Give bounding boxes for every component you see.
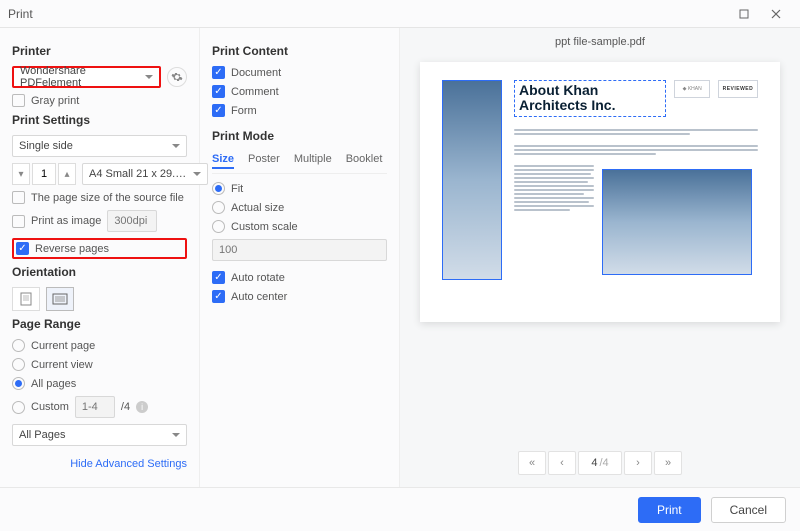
close-button[interactable] [760, 3, 792, 25]
auto-center-checkbox[interactable] [212, 290, 225, 303]
form-label: Form [231, 105, 257, 117]
preview-filename: ppt file-sample.pdf [400, 28, 800, 54]
tab-poster[interactable]: Poster [248, 151, 280, 169]
current-page-radio[interactable] [12, 339, 25, 352]
fit-label: Fit [231, 183, 243, 195]
dialog-footer: Print Cancel [0, 487, 800, 531]
pager-info: 4/4 [578, 451, 622, 475]
subset-value: All Pages [19, 429, 65, 441]
hide-advanced-link[interactable]: Hide Advanced Settings [70, 458, 187, 470]
copies-up-button[interactable]: ▴ [58, 163, 76, 185]
orientation-landscape-button[interactable] [46, 287, 74, 311]
tab-size[interactable]: Size [212, 151, 234, 169]
print-mode-heading: Print Mode [212, 129, 387, 143]
all-pages-label: All pages [31, 378, 76, 390]
preview-doc-title: About Khan Architects Inc. [514, 80, 666, 117]
auto-rotate-checkbox[interactable] [212, 271, 225, 284]
page-range-heading: Page Range [12, 317, 187, 331]
custom-scale-radio[interactable] [212, 220, 225, 233]
copies-stepper: ▾ ▴ [12, 163, 76, 185]
middle-panel: Print Content Document Comment Form Prin… [200, 28, 400, 487]
current-view-label: Current view [31, 359, 93, 371]
info-icon: i [136, 401, 148, 413]
paper-select[interactable]: A4 Small 21 x 29.7 cm [82, 163, 208, 185]
actual-size-radio[interactable] [212, 201, 225, 214]
preview-image-left [442, 80, 502, 280]
gray-print-label: Gray print [31, 95, 79, 107]
document-checkbox[interactable] [212, 66, 225, 79]
chevron-down-icon [145, 75, 153, 79]
dpi-input [107, 210, 157, 232]
print-settings-heading: Print Settings [12, 113, 187, 127]
chevron-down-icon [193, 172, 201, 176]
preview-logo: ◆ KHAN [674, 80, 709, 98]
copies-down-button[interactable]: ▾ [12, 163, 30, 185]
preview-reviewed-badge: REVIEWED [718, 80, 758, 98]
pager-last-button[interactable]: » [654, 451, 682, 475]
chevron-down-icon [172, 433, 180, 437]
cancel-button[interactable]: Cancel [711, 497, 786, 523]
all-pages-radio[interactable] [12, 377, 25, 390]
reverse-pages-checkbox[interactable] [16, 242, 29, 255]
preview-image-right [602, 169, 752, 275]
print-as-image-label: Print as image [31, 215, 101, 227]
print-as-image-checkbox[interactable] [12, 215, 25, 228]
source-size-checkbox[interactable] [12, 191, 25, 204]
auto-rotate-label: Auto rotate [231, 272, 285, 284]
custom-scale-label: Custom scale [231, 221, 298, 233]
custom-range-input [75, 396, 115, 418]
tab-multiple[interactable]: Multiple [294, 151, 332, 169]
comment-checkbox[interactable] [212, 85, 225, 98]
custom-label: Custom [31, 401, 69, 413]
fit-radio[interactable] [212, 182, 225, 195]
source-size-label: The page size of the source file [31, 192, 184, 204]
print-content-heading: Print Content [212, 44, 387, 58]
page-subset-select[interactable]: All Pages [12, 424, 187, 446]
current-page-label: Current page [31, 340, 95, 352]
copies-input[interactable] [32, 163, 56, 185]
reverse-pages-label: Reverse pages [35, 243, 109, 255]
printer-selected: Wondershare PDFelement [20, 65, 141, 89]
window-title: Print [8, 7, 33, 21]
form-checkbox[interactable] [212, 104, 225, 117]
pager-prev-button[interactable]: ‹ [548, 451, 576, 475]
side-select[interactable]: Single side [12, 135, 187, 157]
gray-print-checkbox[interactable] [12, 94, 25, 107]
print-dialog: Print Printer Wondershare PDFelement Gra… [0, 0, 800, 531]
custom-radio[interactable] [12, 401, 25, 414]
orientation-portrait-button[interactable] [12, 287, 40, 311]
preview-page: About Khan Architects Inc. ◆ KHAN REVIEW… [420, 62, 780, 322]
custom-total: /4 [121, 401, 130, 413]
current-view-radio[interactable] [12, 358, 25, 371]
print-button[interactable]: Print [638, 497, 701, 523]
pager-next-button[interactable]: › [624, 451, 652, 475]
printer-settings-button[interactable] [167, 67, 187, 87]
paper-value: A4 Small 21 x 29.7 cm [89, 168, 189, 180]
tab-booklet[interactable]: Booklet [346, 151, 383, 169]
print-mode-tabs: Size Poster Multiple Booklet [212, 151, 387, 174]
preview-pager: « ‹ 4/4 › » [400, 443, 800, 487]
actual-size-label: Actual size [231, 202, 284, 214]
left-panel: Printer Wondershare PDFelement Gray prin… [0, 28, 200, 487]
side-value: Single side [19, 140, 73, 152]
document-label: Document [231, 67, 281, 79]
printer-heading: Printer [12, 44, 187, 58]
pager-first-button[interactable]: « [518, 451, 546, 475]
printer-select[interactable]: Wondershare PDFelement [12, 66, 161, 88]
scale-input [212, 239, 387, 261]
orientation-heading: Orientation [12, 265, 187, 279]
preview-panel: ppt file-sample.pdf About Khan Architect… [400, 28, 800, 487]
titlebar: Print [0, 0, 800, 28]
comment-label: Comment [231, 86, 279, 98]
auto-center-label: Auto center [231, 291, 287, 303]
maximize-button[interactable] [728, 3, 760, 25]
chevron-down-icon [172, 144, 180, 148]
